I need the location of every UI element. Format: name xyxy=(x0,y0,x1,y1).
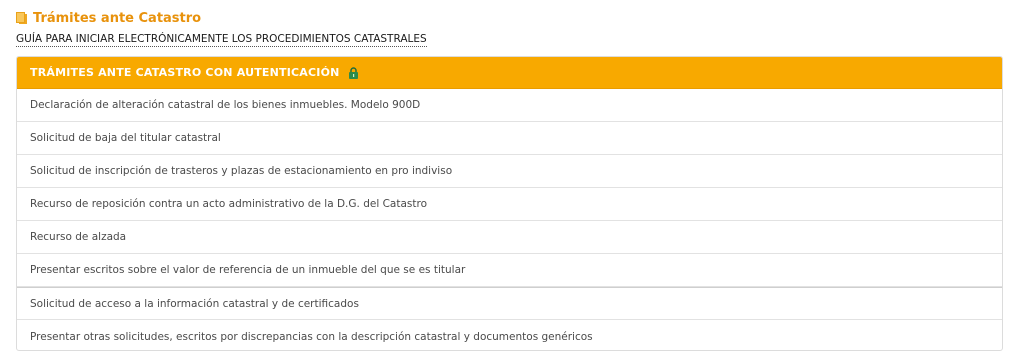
procedure-label[interactable]: Presentar otras solicitudes, escritos po… xyxy=(30,331,593,343)
document-icon xyxy=(16,12,27,24)
procedure-item[interactable]: Solicitud de baja del titular catastral xyxy=(17,122,1002,155)
procedures-list: Declaración de alteración catastral de l… xyxy=(17,89,1002,350)
procedure-label[interactable]: Solicitud de baja del titular catastral xyxy=(30,132,221,144)
section-title: Trámites ante Catastro xyxy=(33,10,202,26)
procedure-item[interactable]: Recurso de alzada xyxy=(17,221,1002,254)
procedure-item[interactable]: Declaración de alteración catastral de l… xyxy=(17,89,1002,122)
guide-link[interactable]: GUÍA PARA INICIAR ELECTRÓNICAMENTE LOS P… xyxy=(16,32,427,47)
procedures-panel: TRÁMITES ANTE CATASTRO CON AUTENTICACIÓN… xyxy=(16,56,1003,351)
procedure-item[interactable]: Recurso de reposición contra un acto adm… xyxy=(17,188,1002,221)
procedure-item[interactable]: Solicitud de acceso a la información cat… xyxy=(17,287,1002,320)
panel-header-title: TRÁMITES ANTE CATASTRO CON AUTENTICACIÓN xyxy=(30,66,340,79)
procedure-label[interactable]: Declaración de alteración catastral de l… xyxy=(30,99,420,111)
procedure-item[interactable]: Presentar escritos sobre el valor de ref… xyxy=(17,254,1002,287)
procedure-item[interactable]: Solicitud de inscripción de trasteros y … xyxy=(17,155,1002,188)
lock-icon xyxy=(348,66,358,79)
procedure-label[interactable]: Presentar escritos sobre el valor de ref… xyxy=(30,264,465,276)
procedure-label[interactable]: Recurso de reposición contra un acto adm… xyxy=(30,198,427,210)
procedure-label[interactable]: Recurso de alzada xyxy=(30,231,126,243)
panel-header: TRÁMITES ANTE CATASTRO CON AUTENTICACIÓN xyxy=(17,57,1002,89)
procedure-label[interactable]: Solicitud de inscripción de trasteros y … xyxy=(30,165,452,177)
procedure-label[interactable]: Solicitud de acceso a la información cat… xyxy=(30,298,359,310)
section-heading: Trámites ante Catastro xyxy=(16,9,201,27)
procedure-item[interactable]: Presentar otras solicitudes, escritos po… xyxy=(17,320,1002,350)
page: Trámites ante Catastro GUÍA PARA INICIAR… xyxy=(0,0,1024,359)
